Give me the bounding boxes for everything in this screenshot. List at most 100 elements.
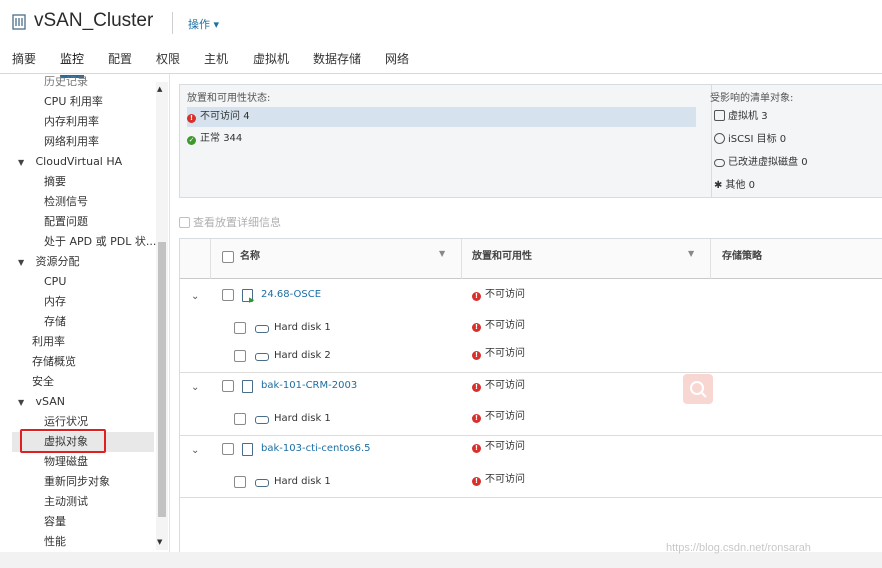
sidebar-item-utilization[interactable]: 利用率 [32, 332, 65, 352]
affected-improved-disk[interactable]: 已改进虚拟磁盘 0 [714, 155, 808, 171]
row-checkbox[interactable] [234, 413, 246, 425]
error-icon: ! [472, 477, 481, 486]
sidebar-item-security[interactable]: 安全 [32, 372, 54, 392]
asterisk-icon: ✱ [714, 180, 723, 191]
vm-icon [714, 110, 725, 121]
actions-menu-button[interactable]: 操作 ▾ [188, 16, 219, 32]
scroll-down-arrow-icon[interactable]: ▼ [157, 538, 162, 546]
tab-permissions[interactable]: 权限 [156, 50, 180, 75]
tab-networks[interactable]: 网络 [385, 50, 409, 75]
filter-icon[interactable]: ▼ [439, 249, 445, 258]
row-checkbox[interactable] [234, 322, 246, 334]
column-header-placement[interactable]: 放置和可用性 [472, 247, 532, 262]
sidebar-item-storage[interactable]: 存储 [44, 312, 66, 332]
status-count: 344 [223, 133, 243, 144]
sidebar-group-resource-allocation[interactable]: ▼ 资源分配 [18, 252, 80, 272]
row-divider [180, 372, 882, 373]
scroll-up-arrow-icon[interactable]: ▲ [157, 85, 162, 93]
placement-status: ! 不可访问 [472, 379, 525, 393]
row-checkbox[interactable] [234, 350, 246, 362]
sidebar-item-network-utilization[interactable]: 网络利用率 [44, 132, 99, 152]
sidebar-item-apd-pdl[interactable]: 处于 APD 或 PDL 状... [44, 232, 156, 252]
status-text: 不可访问 [485, 441, 525, 452]
error-icon: ! [472, 383, 481, 392]
tab-configure[interactable]: 配置 [108, 50, 132, 75]
sidebar-group-label: 资源分配 [35, 255, 80, 268]
affected-count: 3 [761, 111, 768, 122]
tab-summary[interactable]: 摘要 [12, 50, 36, 75]
row-checkbox[interactable] [222, 443, 234, 455]
sidebar-item-heartbeat[interactable]: 检测信号 [44, 192, 88, 212]
sidebar-scrollbar[interactable]: ▲ ▼ [156, 82, 168, 550]
main-content: 放置和可用性状态: ! 不可访问 4 ✓ 正常 344 受影响的清单对象: 虚拟机 … [170, 74, 882, 554]
sidebar-group-vsan[interactable]: ▼ vSAN [18, 392, 65, 412]
error-icon: ! [472, 351, 481, 360]
view-placement-details-button[interactable]: 查看放置详细信息 [179, 214, 281, 230]
table-row[interactable]: Hard disk 1 ! 不可访问 [180, 472, 882, 500]
row-checkbox[interactable] [222, 380, 234, 392]
affected-iscsi[interactable]: iSCSI 目标 0 [714, 132, 786, 148]
sidebar-item-storage-overview[interactable]: 存储概览 [32, 352, 76, 372]
sidebar-item-proactive-tests[interactable]: 主动测试 [44, 492, 88, 512]
status-title: 放置和可用性状态: [187, 93, 271, 104]
search-icon [690, 381, 707, 398]
row-checkbox[interactable] [222, 289, 234, 301]
sidebar-item-resync-objects[interactable]: 重新同步对象 [44, 472, 110, 492]
column-header-name[interactable]: 名称 [240, 247, 260, 262]
tab-vms[interactable]: 虚拟机 [253, 50, 289, 75]
vm-name-link[interactable]: bak-103-cti-centos6.5 [261, 442, 371, 456]
sidebar-item-config-issues[interactable]: 配置问题 [44, 212, 88, 232]
table-row[interactable]: ⌄ bak-101-CRM-2003 ! 不可访问 [180, 376, 882, 404]
tab-datastores[interactable]: 数据存储 [313, 50, 361, 75]
select-all-checkbox[interactable] [222, 251, 234, 263]
vm-name-link[interactable]: bak-101-CRM-2003 [261, 379, 357, 393]
placement-status: ! 不可访问 [472, 288, 525, 302]
sidebar-item-capacity[interactable]: 容量 [44, 512, 66, 532]
disk-name: Hard disk 1 [274, 476, 331, 487]
sidebar-item-physical-disks[interactable]: 物理磁盘 [44, 452, 88, 472]
row-checkbox[interactable] [234, 476, 246, 488]
sidebar-group-label: vSAN [35, 395, 65, 408]
table-row[interactable]: Hard disk 2 ! 不可访问 [180, 346, 882, 374]
placement-status: ! 不可访问 [472, 319, 525, 333]
column-header-storage-policy[interactable]: 存储策略 [722, 247, 762, 262]
hard-disk-icon [255, 416, 269, 424]
floating-search-button[interactable] [683, 374, 713, 404]
tab-hosts[interactable]: 主机 [204, 50, 228, 75]
affected-title: 受影响的清单对象: [710, 93, 794, 104]
sidebar-item-ha-summary[interactable]: 摘要 [44, 172, 66, 192]
sidebar-item-cpu-utilization[interactable]: CPU 利用率 [44, 92, 103, 112]
status-row-inaccessible[interactable]: ! 不可访问 4 [187, 107, 696, 127]
hard-disk-icon [255, 479, 269, 487]
check-icon: ✓ [187, 136, 196, 145]
vm-name-link[interactable]: 24.68-OSCE [261, 288, 321, 302]
sidebar-item-history[interactable]: 历史记录 [44, 74, 88, 92]
tab-bar: 摘要 监控 配置 权限 主机 虚拟机 数据存储 网络 [0, 44, 882, 78]
status-text: 不可访问 [485, 348, 525, 359]
status-text: 不可访问 [485, 474, 525, 485]
affected-vm[interactable]: 虚拟机 3 [714, 109, 768, 125]
affected-label: 虚拟机 [728, 111, 758, 122]
chevron-down-icon[interactable]: ⌄ [191, 445, 199, 456]
sidebar-item-memory-utilization[interactable]: 内存利用率 [44, 112, 99, 132]
status-text: 不可访问 [485, 320, 525, 331]
chevron-down-icon[interactable]: ⌄ [191, 291, 199, 302]
header: vSAN_Cluster 操作 ▾ [0, 0, 882, 44]
status-row-healthy[interactable]: ✓ 正常 344 [187, 129, 696, 149]
affected-other[interactable]: ✱ 其他 0 [714, 178, 755, 194]
affected-label: iSCSI 目标 [728, 134, 777, 145]
table-row[interactable]: Hard disk 1 ! 不可访问 [180, 318, 882, 346]
sidebar-item-cpu[interactable]: CPU [44, 272, 66, 292]
table-row[interactable]: ⌄ bak-103-cti-centos6.5 ! 不可访问 [180, 439, 882, 467]
scrollbar-thumb[interactable] [158, 242, 166, 517]
sidebar-item-memory[interactable]: 内存 [44, 292, 66, 312]
table-row[interactable]: Hard disk 1 ! 不可访问 [180, 409, 882, 437]
sidebar-item-performance[interactable]: 性能 [44, 532, 66, 552]
chevron-down-icon[interactable]: ⌄ [191, 382, 199, 393]
filter-icon[interactable]: ▼ [688, 249, 694, 258]
affected-label: 已改进虚拟磁盘 [728, 157, 798, 168]
table-row[interactable]: ⌄ ▶ 24.68-OSCE ! 不可访问 [180, 285, 882, 313]
sidebar-group-cloudvirtual-ha[interactable]: ▼ CloudVirtual HA [18, 152, 122, 172]
vm-powered-on-icon: ▶ [249, 296, 255, 304]
caret-down-icon: ▼ [18, 158, 25, 167]
